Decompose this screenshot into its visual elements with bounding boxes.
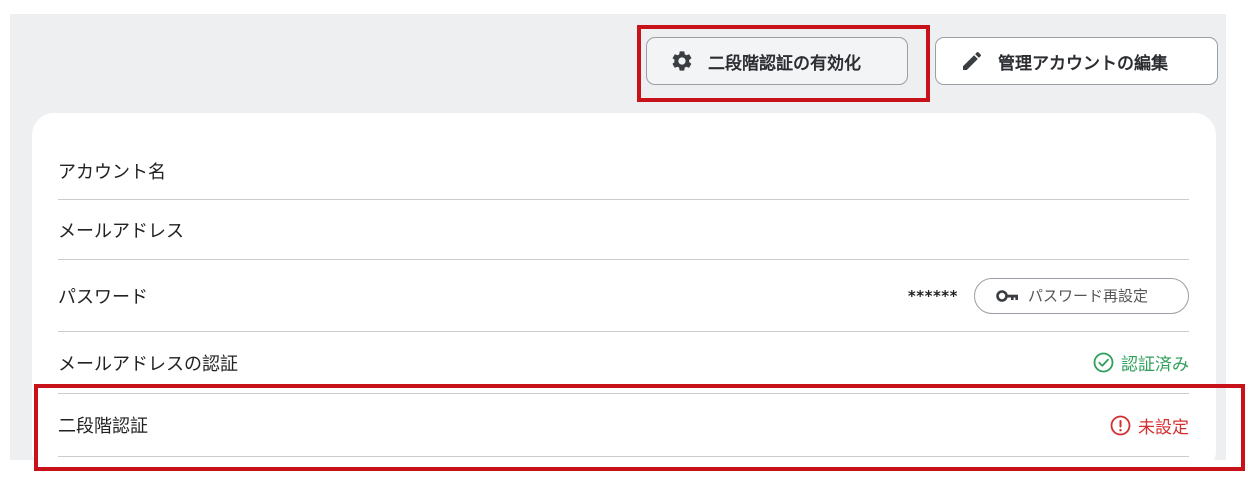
password-reset-button[interactable]: パスワード再設定 [974,277,1189,314]
gear-icon [670,49,694,73]
email-verified-text: 認証済み [1121,355,1189,375]
two-factor-status-text: 未設定 [1138,417,1189,438]
two-factor-status: 未設定 [1110,413,1189,438]
password-reset-label: パスワード再設定 [1028,287,1149,305]
two-factor-label: 二段階認証 [58,416,148,437]
row-password: パスワード ****** パスワード再設定 [58,260,1189,332]
row-email: メールアドレス [58,200,1189,260]
enable-2fa-label: 二段階認証の有効化 [708,53,861,74]
enable-2fa-button[interactable]: 二段階認証の有効化 [646,37,908,85]
password-label: パスワード [58,286,148,308]
key-icon [996,289,1020,303]
email-verified-status: 認証済み [1093,350,1189,375]
check-circle-icon [1093,352,1114,373]
exclamation-circle-icon [1110,415,1131,436]
password-mask: ****** [907,286,958,305]
email-label: メールアドレス [58,220,184,242]
password-value-group: ****** パスワード再設定 [907,277,1189,314]
row-two-factor: 二段階認証 未設定 [58,394,1189,457]
account-name-label: アカウント名 [58,162,166,183]
email-verification-label: メールアドレスの認証 [58,353,238,375]
edit-account-label: 管理アカウントの編集 [998,53,1168,74]
row-email-verification: メールアドレスの認証 認証済み [58,332,1189,394]
edit-account-button[interactable]: 管理アカウントの編集 [935,37,1218,85]
row-account-name: アカウント名 [58,143,1189,200]
pencil-icon [960,49,984,73]
